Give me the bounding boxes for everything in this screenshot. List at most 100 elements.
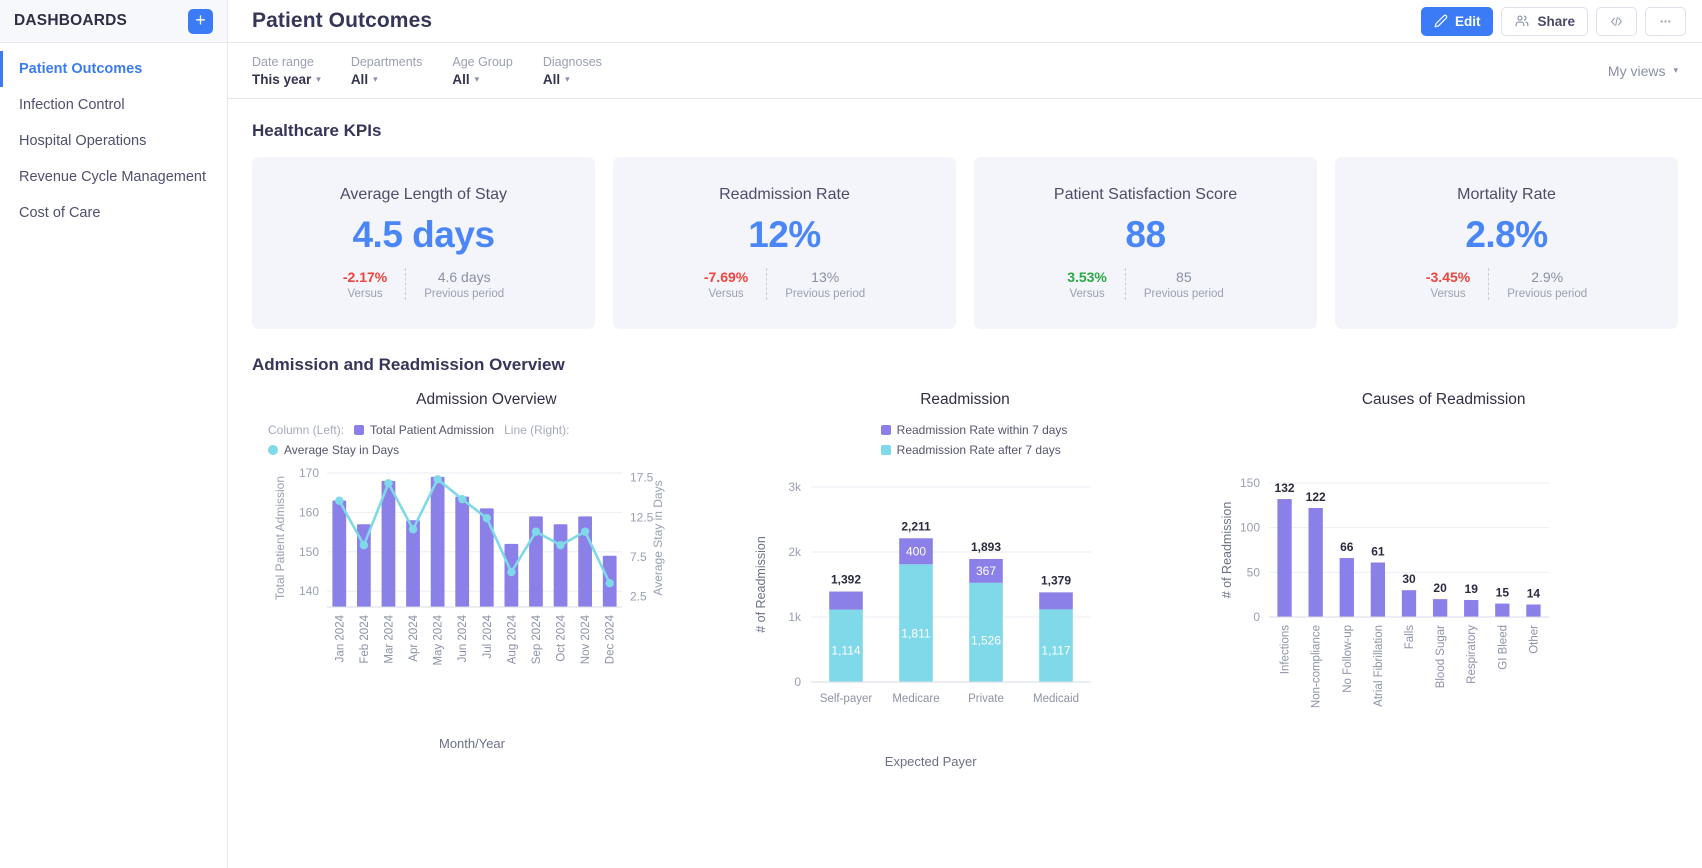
- legend-item-average-stay-in-days[interactable]: Average Stay in Days: [268, 443, 721, 457]
- svg-text:1,526: 1,526: [971, 633, 1001, 647]
- svg-text:1k: 1k: [788, 610, 802, 624]
- x-axis-label: Expected Payer: [731, 754, 1131, 769]
- sidebar-item-infection-control[interactable]: Infection Control: [0, 87, 227, 123]
- svg-text:20: 20: [1434, 581, 1448, 595]
- kpi-versus-label: Versus: [1430, 288, 1465, 300]
- code-icon: [1608, 15, 1625, 28]
- kpi-previous-col: 13% Previous period: [766, 268, 883, 300]
- chart-title: Readmission: [731, 391, 1200, 409]
- share-button[interactable]: Share: [1501, 7, 1588, 36]
- charts-row: Admission Overview Column (Left): Total …: [252, 391, 1678, 769]
- svg-text:2,211: 2,211: [901, 519, 931, 533]
- filter-label: Diagnoses: [543, 55, 602, 70]
- sidebar-item-patient-outcomes[interactable]: Patient Outcomes: [0, 51, 227, 87]
- svg-text:1,811: 1,811: [901, 626, 930, 640]
- brand-panel: DASHBOARDS +: [0, 0, 228, 42]
- filter-value: All ▾: [543, 72, 602, 87]
- filter-date-range[interactable]: Date range This year ▾: [252, 55, 321, 87]
- kpi-previous-value: 85: [1176, 268, 1192, 286]
- svg-text:Medicare: Medicare: [892, 693, 939, 705]
- svg-text:# of Readmission: # of Readmission: [754, 536, 768, 633]
- svg-text:2.5: 2.5: [630, 590, 647, 604]
- more-options-button[interactable]: [1645, 7, 1686, 36]
- filter-value-text: This year: [252, 72, 311, 87]
- svg-text:132: 132: [1275, 481, 1295, 495]
- svg-text:0: 0: [1254, 610, 1261, 624]
- svg-text:1,114: 1,114: [831, 643, 860, 657]
- kpi-card-mortality-rate[interactable]: Mortality Rate 2.8% -3.45% Versus 2.9% P…: [1335, 157, 1678, 329]
- filter-value-text: All: [543, 72, 560, 87]
- svg-text:1,893: 1,893: [971, 540, 1001, 554]
- svg-text:50: 50: [1247, 565, 1261, 579]
- filter-diagnoses[interactable]: Diagnoses All ▾: [543, 55, 602, 87]
- legend-prefix-column: Column (Left):: [268, 423, 344, 437]
- kpi-name: Mortality Rate: [1457, 186, 1556, 204]
- svg-text:367: 367: [976, 564, 996, 578]
- kpi-previous-value: 4.6 days: [438, 268, 491, 286]
- sidebar-item-hospital-operations[interactable]: Hospital Operations: [0, 123, 227, 159]
- sidebar: Patient Outcomes Infection Control Hospi…: [0, 43, 228, 868]
- chart-readmission[interactable]: Readmission Readmission Rate within 7 da…: [731, 391, 1200, 769]
- chart-admission-overview[interactable]: Admission Overview Column (Left): Total …: [252, 391, 721, 769]
- legend-item-total-patient-admission[interactable]: Total Patient Admission: [354, 423, 494, 437]
- chart-causes-of-readmission[interactable]: Causes of Readmission 050100150132Infect…: [1209, 391, 1678, 769]
- kpi-delta-col: -2.17% Versus: [325, 268, 405, 300]
- kpi-previous-value: 2.9%: [1531, 268, 1563, 286]
- svg-text:Respiratory: Respiratory: [1467, 625, 1479, 684]
- kpi-card-patient-satisfaction-score[interactable]: Patient Satisfaction Score 88 3.53% Vers…: [974, 157, 1317, 329]
- kpi-footer: -3.45% Versus 2.9% Previous period: [1408, 268, 1605, 300]
- chart-plot-area: 1401501601702.57.512.517.5Jan 2024Feb 20…: [252, 457, 721, 751]
- svg-text:19: 19: [1465, 582, 1479, 596]
- legend-swatch: [881, 425, 891, 435]
- svg-text:Jul 2024: Jul 2024: [482, 614, 494, 658]
- kpi-versus-label: Versus: [1069, 288, 1104, 300]
- svg-text:Atrial Fibrillation: Atrial Fibrillation: [1373, 625, 1385, 707]
- x-axis-label: Month/Year: [252, 736, 692, 751]
- kpi-versus-label: Versus: [708, 288, 743, 300]
- chevron-down-icon: ▾: [316, 74, 321, 85]
- kpi-value: 88: [1125, 214, 1165, 256]
- kpi-previous-col: 4.6 days Previous period: [405, 268, 522, 300]
- filter-label: Date range: [252, 55, 321, 70]
- kpi-name: Patient Satisfaction Score: [1054, 186, 1237, 204]
- dashboard-scroll-area[interactable]: Healthcare KPIs Average Length of Stay 4…: [228, 99, 1702, 868]
- kpi-card-readmission-rate[interactable]: Readmission Rate 12% -7.69% Versus 13% P…: [613, 157, 956, 329]
- legend-item-readmission-after-7-days[interactable]: Readmission Rate after 7 days: [881, 443, 1061, 457]
- svg-text:0: 0: [794, 675, 801, 689]
- svg-text:Mar 2024: Mar 2024: [383, 614, 395, 663]
- svg-text:May 2024: May 2024: [433, 614, 445, 665]
- edit-button[interactable]: Edit: [1421, 7, 1494, 36]
- kpi-section-title: Healthcare KPIs: [252, 121, 1678, 141]
- svg-text:Infections: Infections: [1280, 625, 1292, 674]
- kpi-footer: -7.69% Versus 13% Previous period: [686, 268, 883, 300]
- svg-text:No Follow-up: No Follow-up: [1342, 625, 1354, 693]
- top-bar-main: Patient Outcomes Edit Share: [228, 0, 1702, 42]
- filter-departments[interactable]: Departments All ▾: [351, 55, 423, 87]
- kpi-card-average-length-of-stay[interactable]: Average Length of Stay 4.5 days -2.17% V…: [252, 157, 595, 329]
- svg-text:Apr 2024: Apr 2024: [408, 614, 420, 661]
- sidebar-item-cost-of-care[interactable]: Cost of Care: [0, 195, 227, 231]
- brand-title: DASHBOARDS: [14, 12, 127, 30]
- pencil-icon: [1434, 14, 1448, 28]
- ellipsis-icon: [1657, 15, 1674, 28]
- content: Date range This year ▾ Departments All ▾…: [228, 43, 1702, 868]
- svg-text:150: 150: [1240, 476, 1260, 490]
- top-bar: DASHBOARDS + Patient Outcomes Edit Share: [0, 0, 1702, 43]
- kpi-previous-col: 2.9% Previous period: [1488, 268, 1605, 300]
- sidebar-item-label: Patient Outcomes: [19, 61, 142, 77]
- svg-text:GI Bleed: GI Bleed: [1498, 625, 1510, 670]
- filter-age-group[interactable]: Age Group All ▾: [452, 55, 512, 87]
- legend-item-readmission-within-7-days[interactable]: Readmission Rate within 7 days: [881, 423, 1068, 437]
- top-actions: Edit Share: [1421, 7, 1686, 36]
- svg-text:1,392: 1,392: [831, 573, 861, 587]
- chevron-down-icon: ▾: [475, 74, 480, 85]
- my-views-dropdown[interactable]: My views ▾: [1608, 63, 1678, 79]
- filter-value: All ▾: [452, 72, 512, 87]
- sidebar-item-revenue-cycle-management[interactable]: Revenue Cycle Management: [0, 159, 227, 195]
- svg-text:Aug 2024: Aug 2024: [506, 614, 518, 664]
- kpi-delta: -2.17%: [343, 268, 387, 286]
- kpi-delta: -7.69%: [704, 268, 748, 286]
- embed-code-button[interactable]: [1596, 7, 1637, 36]
- add-dashboard-button[interactable]: +: [188, 9, 213, 34]
- legend-swatch: [268, 445, 278, 455]
